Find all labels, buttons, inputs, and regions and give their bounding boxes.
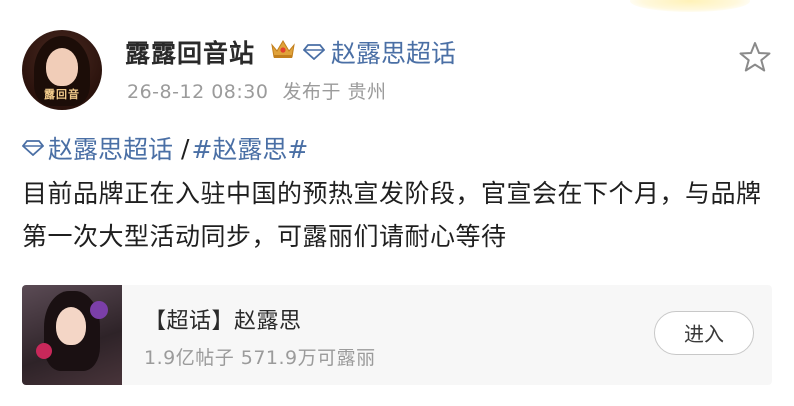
top-decoration xyxy=(630,0,750,12)
card-title: 【超话】赵露思 xyxy=(144,309,302,334)
post-meta: 26-8-12 08:30 发布于 贵州 xyxy=(127,77,387,104)
super-topic-tag[interactable]: 赵露思超话 xyxy=(22,130,173,166)
hashtag-link[interactable]: #赵露思# xyxy=(191,130,308,166)
post-location: 发布于 贵州 xyxy=(282,81,387,103)
post-tags: 赵露思超话 / #赵露思# xyxy=(22,130,308,166)
tag-separator: / xyxy=(181,133,190,163)
header-super-topic-label: 赵露思超话 xyxy=(331,39,457,68)
post-timestamp: 26-8-12 08:30 xyxy=(127,81,269,103)
thumbnail-face xyxy=(56,307,86,345)
author-name[interactable]: 露露回音站 xyxy=(125,34,255,70)
diamond-icon xyxy=(303,44,325,60)
avatar-logo-text: 露回音 xyxy=(44,88,80,101)
avatar-face xyxy=(46,48,78,86)
star-icon[interactable] xyxy=(738,40,772,74)
avatar[interactable]: 露回音 xyxy=(22,30,102,110)
post-body: 目前品牌正在入驻中国的预热宣发阶段，官宣会在下个月，与品牌第一次大型活动同步，可… xyxy=(22,179,762,251)
super-topic-tag-label: 赵露思超话 xyxy=(48,135,174,164)
thumbnail-flower xyxy=(90,301,108,319)
thumbnail-microphone xyxy=(36,343,52,359)
super-topic-card[interactable]: 【超话】赵露思 1.9亿帖子 571.9万可露丽 进入 xyxy=(22,285,772,385)
card-thumbnail xyxy=(22,285,122,385)
card-stats: 1.9亿帖子 571.9万可露丽 xyxy=(144,347,376,369)
header-super-topic-link[interactable]: 赵露思超话 xyxy=(303,34,456,70)
crown-icon xyxy=(271,40,295,58)
enter-button[interactable]: 进入 xyxy=(654,311,754,355)
diamond-icon xyxy=(22,140,44,156)
